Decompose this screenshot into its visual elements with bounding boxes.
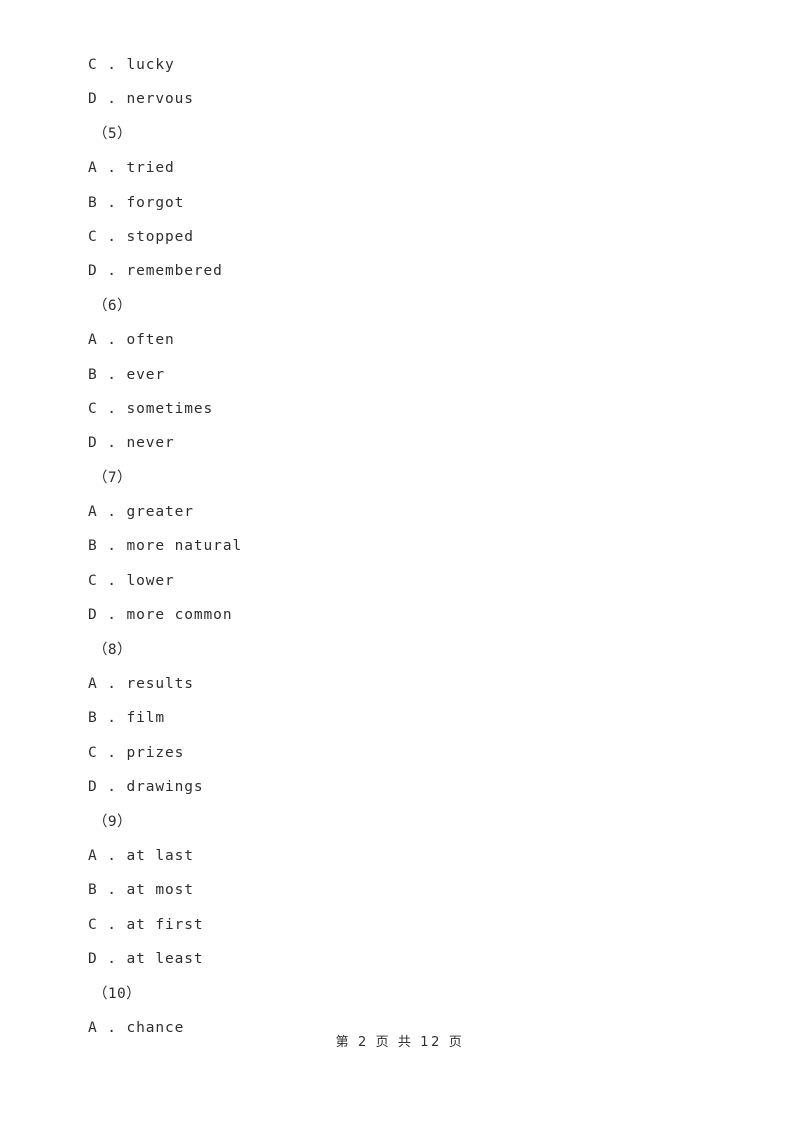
- answer-option: B . ever: [88, 366, 166, 383]
- answer-option: B . at most: [88, 882, 194, 899]
- question-number: （7）: [93, 469, 132, 486]
- answer-option: D . nervous: [88, 91, 194, 108]
- answer-option: D . more common: [88, 607, 233, 624]
- answer-option: A . greater: [88, 504, 194, 521]
- answer-option: C . stopped: [88, 228, 194, 245]
- answer-option: C . lower: [88, 572, 175, 589]
- answer-option: B . forgot: [88, 194, 185, 211]
- answer-option: A . tried: [88, 160, 175, 177]
- document-text-body: C . lucky D . nervous （5） A . tried B . forg…: [88, 48, 728, 1045]
- answer-option: A . often: [88, 332, 175, 349]
- answer-option: C . at first: [88, 916, 204, 933]
- answer-option: A . at last: [88, 847, 194, 864]
- question-number: （9）: [93, 813, 132, 830]
- question-number: （5）: [93, 125, 132, 142]
- answer-option: D . remembered: [88, 263, 223, 280]
- question-number: （10）: [93, 985, 142, 1002]
- document-page: C . lucky D . nervous （5） A . tried B . forg…: [0, 0, 800, 1132]
- answer-option: A . results: [88, 676, 194, 693]
- question-number: （8）: [93, 641, 132, 658]
- answer-option: B . more natural: [88, 538, 243, 555]
- page-number-footer: 第 2 页 共 12 页: [335, 1035, 465, 1050]
- answer-option: C . lucky: [88, 57, 175, 73]
- answer-option: C . prizes: [88, 744, 185, 761]
- answer-option: B . film: [88, 710, 166, 727]
- question-number: （6）: [93, 297, 132, 314]
- answer-option: D . drawings: [88, 779, 204, 796]
- answer-option: D . never: [88, 435, 175, 452]
- answer-option: D . at least: [88, 951, 204, 968]
- answer-option: C . sometimes: [88, 400, 214, 417]
